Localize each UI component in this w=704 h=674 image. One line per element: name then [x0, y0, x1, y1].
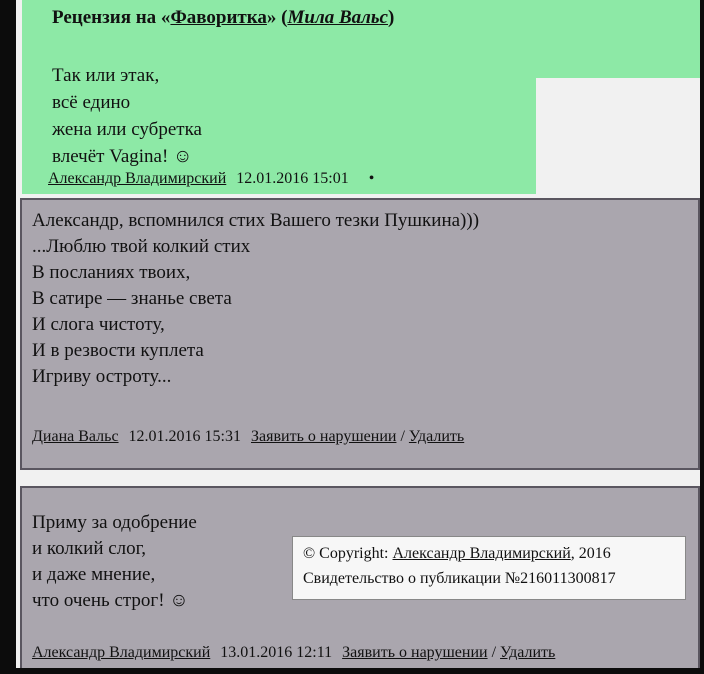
poem-line: всё едино	[52, 92, 131, 113]
report-violation-link[interactable]: Заявить о нарушении	[342, 644, 487, 661]
reply-line: Приму за одобрение	[32, 512, 197, 533]
review-author-link[interactable]: Александр Владимирский	[48, 170, 226, 187]
review-title: Рецензия на «Фаворитка» (Мила Вальс)	[52, 7, 395, 28]
separator: /	[400, 428, 405, 445]
reply-text: Александр, вспомнился стих Вашего тезки …	[32, 208, 479, 390]
reply-meta: Диана Вальс 12.01.2016 15:31 Заявить о нар…	[32, 428, 464, 446]
work-title-link[interactable]: Фаворитка	[170, 7, 266, 28]
reply-line: И слога чистоту,	[32, 314, 165, 335]
separator: /	[491, 644, 497, 661]
review-meta: Александр Владимирский 12.01.2016 15:01 •	[48, 170, 374, 188]
report-violation-link[interactable]: Заявить о нарушении	[251, 428, 396, 445]
review-block: Рецензия на «Фаворитка» (Мила Вальс) Так…	[22, 0, 536, 194]
reply-line: В посланиях твоих,	[32, 262, 191, 283]
reply-author-link[interactable]: Диана Вальс	[32, 428, 119, 445]
publication-certificate: Свидетельство о публикации №216011300817	[303, 570, 616, 587]
poem-line: Так или этак,	[52, 65, 160, 86]
copyright-prefix: © Copyright:	[303, 545, 393, 562]
review-background-extension	[536, 0, 700, 78]
poem-line: жена или субретка	[52, 119, 202, 140]
reply-line: Александр, вспомнился стих Вашего тезки …	[32, 210, 480, 231]
copyright-author-link[interactable]: Александр Владимирский	[393, 545, 571, 562]
bullet-icon: •	[368, 170, 375, 187]
reply-line: что очень строг! ☺	[32, 590, 189, 611]
reply-line: и колкий слог,	[32, 538, 147, 559]
reply-line: ...Люблю твой колкий стих	[32, 236, 251, 257]
reply-line: И в резвости куплета	[32, 340, 204, 361]
work-author-link[interactable]: Мила Вальс	[287, 7, 388, 28]
delete-link[interactable]: Удалить	[500, 644, 555, 661]
reply-line: В сатире — знанье света	[32, 288, 232, 309]
reply-meta: Александр Владимирский 13.01.2016 12:11 За…	[32, 644, 555, 662]
copyright-year: , 2016	[570, 545, 611, 562]
reply-date: 13.01.2016 12:11	[220, 644, 333, 661]
page-frame: Рецензия на «Фаворитка» (Мила Вальс) Так…	[16, 0, 700, 668]
reply-author-link[interactable]: Александр Владимирский	[32, 644, 210, 661]
reply-date: 12.01.2016 15:31	[128, 428, 241, 445]
review-date: 12.01.2016 15:01	[236, 170, 349, 187]
poem-line: влечёт Vagina! ☺	[52, 146, 193, 167]
reply-line: и даже мнение,	[32, 564, 156, 585]
reply-block: Александр, вспомнился стих Вашего тезки …	[20, 198, 700, 470]
reply-line: Игриву остроту...	[32, 366, 172, 387]
reply-block: Приму за одобрение и колкий слог, и даже…	[20, 486, 700, 668]
reply-text: Приму за одобрение и колкий слог, и даже…	[32, 510, 197, 614]
delete-link[interactable]: Удалить	[409, 428, 464, 445]
review-poem: Так или этак, всё едино жена или субретк…	[52, 62, 202, 170]
copyright-box: © Copyright: Александр Владимирский, 201…	[292, 536, 686, 600]
